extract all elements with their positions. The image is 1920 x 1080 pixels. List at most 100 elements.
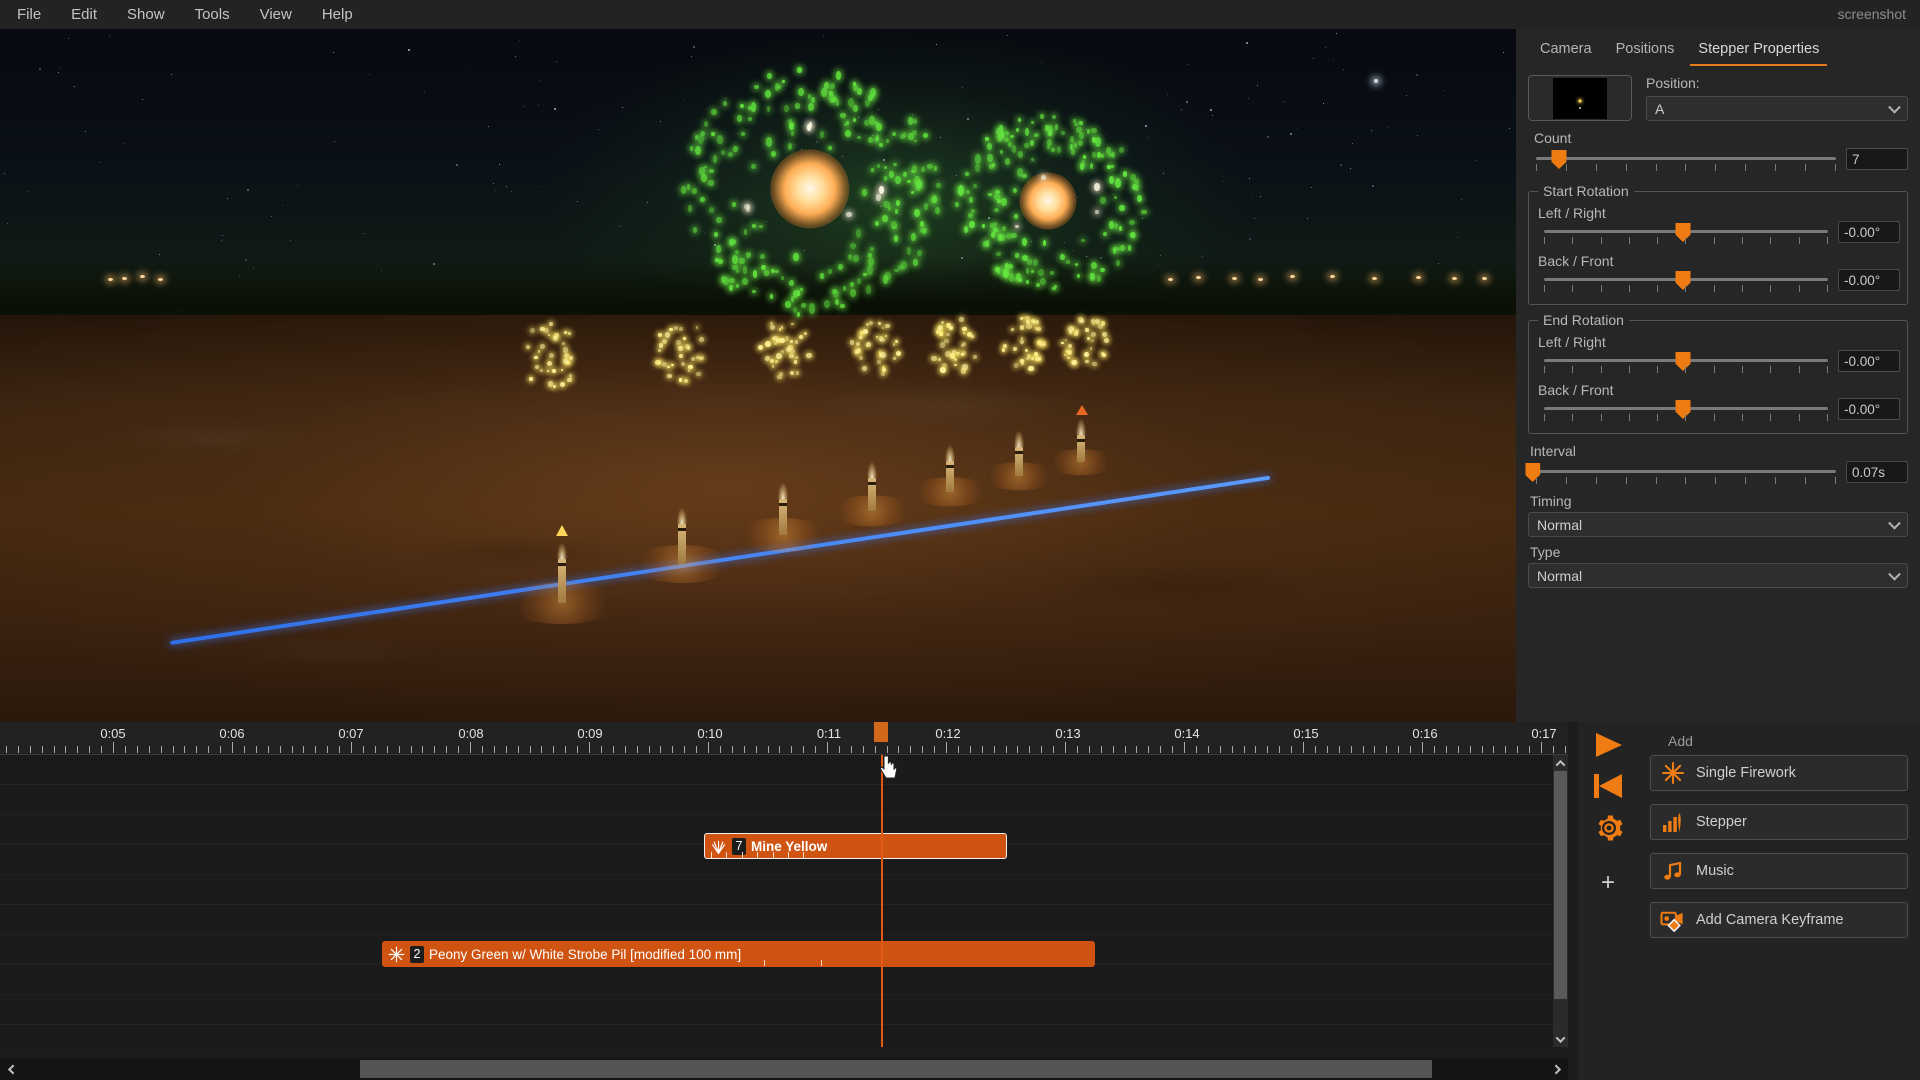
- track-row[interactable]: [0, 905, 1568, 935]
- burst-particle: [848, 254, 853, 261]
- star: [488, 126, 489, 127]
- scroll-left-button[interactable]: [0, 1058, 22, 1080]
- start-rotation-bf-label: Back / Front: [1538, 253, 1900, 269]
- timeline-tracks[interactable]: 7Mine Yellow 2Peony Green w/ White Strobe…: [0, 755, 1568, 1047]
- tab-stepper-properties[interactable]: Stepper Properties: [1686, 35, 1831, 66]
- horizontal-scroll-thumb[interactable]: [360, 1060, 1432, 1078]
- type-label: Type: [1530, 544, 1908, 560]
- add-stepper-button[interactable]: Stepper: [1650, 804, 1908, 840]
- ruler-tick: [30, 746, 31, 753]
- menu-edit[interactable]: Edit: [58, 2, 110, 27]
- ruler-tick: [1363, 746, 1364, 753]
- mine-spark: [938, 358, 941, 361]
- start-rotation-bf-value[interactable]: -0.00°: [1838, 269, 1900, 291]
- star: [1443, 90, 1444, 91]
- mine-icon: [710, 838, 727, 855]
- ruler-tick: [422, 746, 423, 753]
- mine-spark: [789, 354, 794, 359]
- end-rotation-lr-value[interactable]: -0.00°: [1838, 350, 1900, 372]
- burst-particle: [871, 91, 875, 96]
- track-row[interactable]: [0, 785, 1568, 815]
- star: [554, 108, 556, 110]
- interval-value-field[interactable]: 0.07s: [1846, 461, 1908, 483]
- add-camera-keyframe-button[interactable]: Add Camera Keyframe: [1650, 902, 1908, 938]
- add-single-firework-button[interactable]: Single Firework: [1650, 755, 1908, 791]
- burst-particle: [771, 151, 776, 157]
- mine-yellow-burst: [923, 314, 981, 372]
- timeline-horizontal-scrollbar[interactable]: [0, 1058, 1568, 1080]
- timeline-clip[interactable]: 2Peony Green w/ White Strobe Pil [modifi…: [382, 941, 1095, 967]
- track-row[interactable]: [0, 1025, 1568, 1047]
- playhead-handle[interactable]: [874, 722, 888, 742]
- skip-to-start-button[interactable]: [1592, 773, 1624, 804]
- burst-particle: [752, 290, 756, 293]
- burst-particle: [1030, 140, 1034, 146]
- scroll-down-button[interactable]: [1553, 1031, 1568, 1047]
- burst-particle: [1103, 232, 1107, 236]
- mine-spark: [790, 340, 793, 343]
- ruler-tick: [1006, 746, 1007, 753]
- position-dropdown[interactable]: A: [1646, 96, 1908, 121]
- scroll-right-button[interactable]: [1546, 1058, 1568, 1080]
- star: [1416, 74, 1418, 76]
- burst-particle: [1061, 131, 1065, 135]
- menu-tools[interactable]: Tools: [182, 2, 243, 27]
- track-row[interactable]: [0, 875, 1568, 905]
- tab-camera[interactable]: Camera: [1528, 35, 1604, 66]
- star: [369, 74, 370, 75]
- count-value-field[interactable]: 7: [1846, 148, 1908, 170]
- clip-label: Peony Green w/ White Strobe Pil [modifie…: [429, 947, 741, 962]
- end-rotation-lr-slider[interactable]: [1536, 350, 1830, 378]
- tab-positions[interactable]: Positions: [1604, 35, 1687, 66]
- burst-particle: [917, 250, 922, 256]
- start-rotation-lr-slider[interactable]: [1536, 221, 1830, 249]
- scroll-up-button[interactable]: [1553, 755, 1568, 771]
- ruler-tick: [637, 746, 638, 753]
- ruler-tick: [1208, 746, 1209, 753]
- timeline-clip[interactable]: 7Mine Yellow: [704, 833, 1007, 859]
- burst-particle: [835, 299, 839, 305]
- menu-show[interactable]: Show: [114, 2, 178, 27]
- start-rotation-lr-value[interactable]: -0.00°: [1838, 221, 1900, 243]
- star: [1311, 187, 1312, 188]
- burst-particle: [838, 264, 843, 270]
- track-row[interactable]: [0, 755, 1568, 785]
- settings-button[interactable]: [1594, 813, 1624, 848]
- type-dropdown[interactable]: Normal: [1528, 563, 1908, 588]
- timing-dropdown[interactable]: Normal: [1528, 512, 1908, 537]
- selection-marker-end: [1076, 405, 1088, 415]
- timeline-ruler[interactable]: 0:050:060:070:080:090:100:110:120:130:14…: [0, 722, 1568, 755]
- track-row[interactable]: [0, 965, 1568, 995]
- end-rotation-bf-slider[interactable]: [1536, 398, 1830, 426]
- end-rotation-bf-value[interactable]: -0.00°: [1838, 398, 1900, 420]
- start-rotation-bf-slider[interactable]: [1536, 269, 1830, 297]
- ruler-tick: [125, 746, 126, 753]
- ruler-label: 0:11: [817, 726, 841, 741]
- menu-view[interactable]: View: [247, 2, 305, 27]
- track-row[interactable]: [0, 995, 1568, 1025]
- ruler-tick: [149, 746, 150, 753]
- burst-particle: [876, 194, 881, 200]
- viewport-3d-preview[interactable]: [0, 29, 1516, 722]
- mine-tube-band: [1077, 439, 1085, 442]
- vertical-scroll-thumb[interactable]: [1554, 771, 1567, 999]
- menu-file[interactable]: File: [4, 2, 54, 27]
- chevron-down-icon: [1888, 516, 1901, 529]
- burst-particle: [875, 221, 879, 226]
- burst-particle: [895, 176, 901, 185]
- burst-particle: [759, 225, 762, 229]
- burst-particle: [732, 265, 737, 270]
- interval-slider[interactable]: [1528, 461, 1838, 489]
- play-button[interactable]: [1594, 732, 1624, 763]
- menu-help[interactable]: Help: [309, 2, 366, 27]
- add-music-button[interactable]: Music: [1650, 853, 1908, 889]
- count-slider[interactable]: [1528, 148, 1838, 176]
- timeline-vertical-scrollbar[interactable]: [1553, 755, 1568, 1047]
- burst-particle: [793, 307, 797, 313]
- position-label: Position:: [1646, 75, 1908, 91]
- burst-particle: [935, 207, 940, 214]
- zoom-in-button[interactable]: +: [1601, 874, 1615, 892]
- burst-particle: [1018, 118, 1021, 122]
- mine-yellow-burst: [844, 315, 904, 375]
- effect-thumbnail[interactable]: [1528, 75, 1632, 121]
